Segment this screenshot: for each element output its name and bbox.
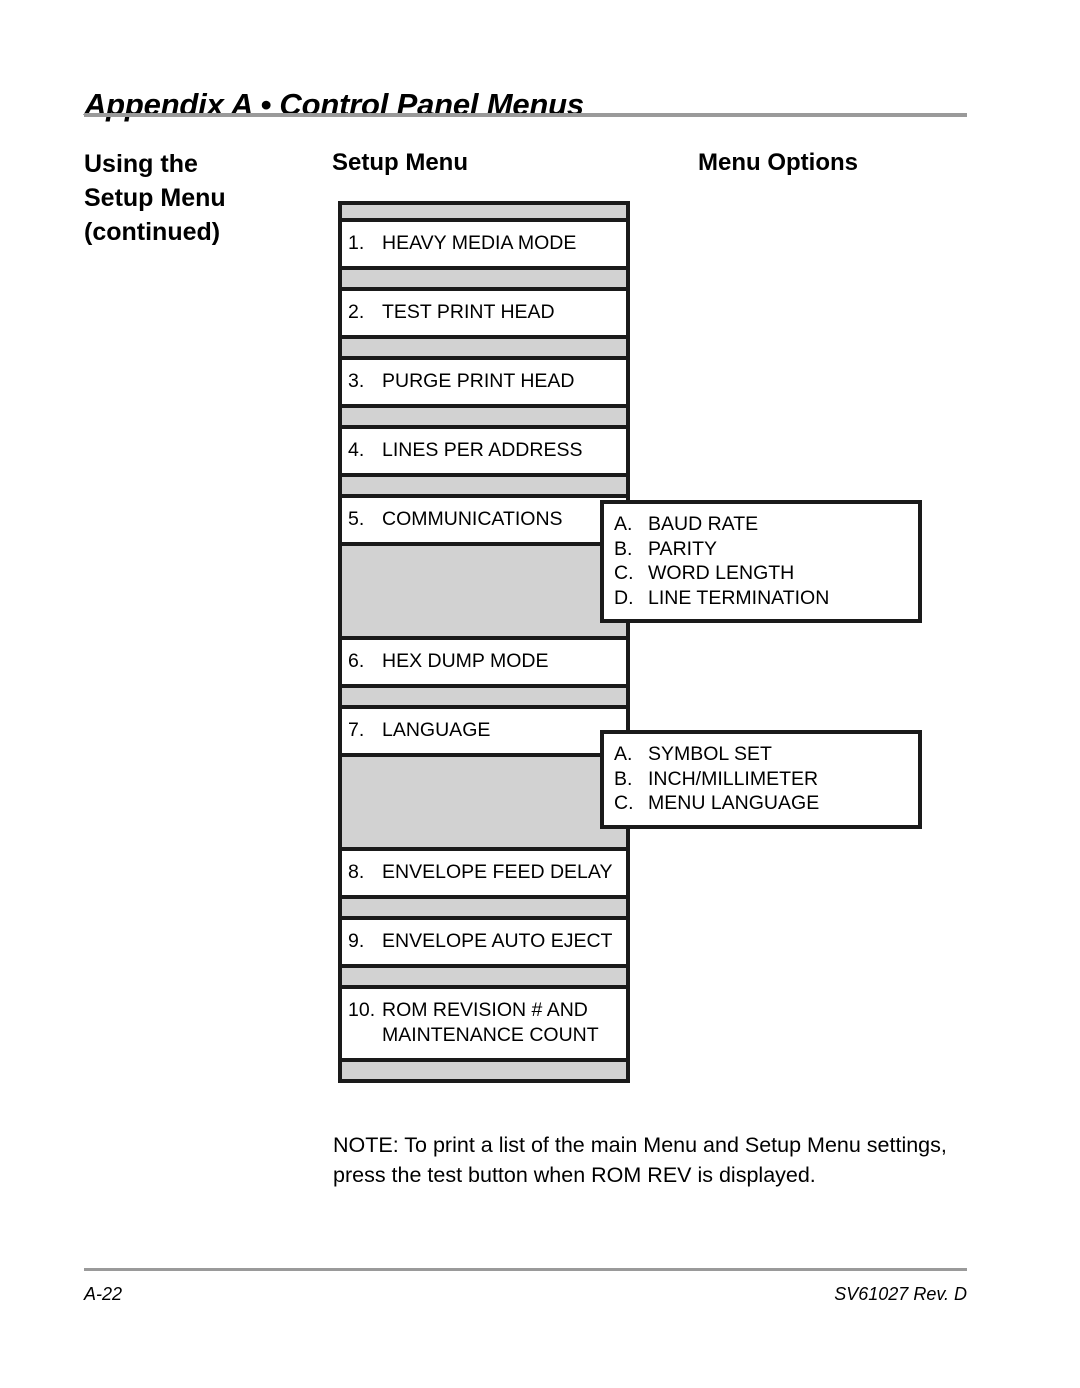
footer-document-id: SV61027 Rev. D xyxy=(834,1284,967,1304)
submenu-option-label: SYMBOL SET xyxy=(648,743,772,765)
submenu-option-letter: C. xyxy=(614,792,634,814)
menu-separator-band xyxy=(342,968,626,985)
menu-item-number: 2. xyxy=(348,301,365,323)
menu-separator-band xyxy=(342,339,626,356)
submenu-option-letter: C. xyxy=(614,562,634,584)
menu-separator-band xyxy=(342,270,626,287)
menu-item-label: LINES PER ADDRESS xyxy=(382,439,583,461)
submenu-language: A. SYMBOL SET B. INCH/MILLIMETER C. MENU LANG… xyxy=(600,730,922,829)
menu-item-number: 8. xyxy=(348,861,365,883)
sidebar-heading-line-3: (continued) xyxy=(84,218,221,246)
submenu-option[interactable]: C. WORD LENGTH xyxy=(614,561,918,586)
setup-menu-item[interactable]: 7. LANGUAGE xyxy=(342,705,626,757)
menu-separator-band xyxy=(342,757,626,847)
document-page: Appendix A • Control Panel Menus Using t… xyxy=(0,0,1080,1388)
submenu-option-label: WORD LENGTH xyxy=(648,562,795,584)
column-heading-menu-options: Menu Options xyxy=(698,149,858,176)
menu-item-label: HEAVY MEDIA MODE xyxy=(382,232,577,254)
menu-item-label: ENVELOPE AUTO EJECT xyxy=(382,930,613,952)
setup-menu-item[interactable]: 8. ENVELOPE FEED DELAY xyxy=(342,847,626,899)
menu-item-label: COMMUNICATIONS xyxy=(382,508,563,530)
submenu-option-letter: A. xyxy=(614,743,633,765)
menu-item-number: 5. xyxy=(348,508,365,530)
submenu-option-label: LINE TERMINATION xyxy=(648,586,830,609)
submenu-option-letter: B. xyxy=(614,767,633,790)
menu-separator-band xyxy=(342,1062,626,1079)
sidebar-section-heading: Using the Setup Menu (continued) xyxy=(84,147,319,249)
setup-menu-item[interactable]: 3. PURGE PRINT HEAD xyxy=(342,356,626,408)
menu-item-label: TEST PRINT HEAD xyxy=(382,301,555,323)
menu-item-number: 9. xyxy=(348,930,365,952)
menu-item-label: ROM REVISION # AND MAINTENANCE COUNT xyxy=(382,998,626,1048)
submenu-option-letter: D. xyxy=(614,586,634,609)
submenu-option[interactable]: B. INCH/MILLIMETER xyxy=(614,767,918,792)
submenu-option[interactable]: B. PARITY xyxy=(614,537,918,562)
setup-menu-item[interactable]: 6. HEX DUMP MODE xyxy=(342,636,626,688)
setup-menu-item[interactable]: 4. LINES PER ADDRESS xyxy=(342,425,626,477)
submenu-communications: A. BAUD RATE B. PARITY C. WORD LENGTH D. LINE T… xyxy=(600,500,922,623)
menu-item-label: PURGE PRINT HEAD xyxy=(382,370,575,392)
menu-separator-band xyxy=(342,688,626,705)
menu-item-number: 7. xyxy=(348,719,365,741)
footer-page-number: A-22 xyxy=(84,1284,123,1304)
submenu-option-label: INCH/MILLIMETER xyxy=(648,767,819,790)
submenu-option[interactable]: A. SYMBOL SET xyxy=(614,742,918,767)
submenu-option-label: PARITY xyxy=(648,537,717,560)
menu-separator-band xyxy=(342,546,626,636)
sidebar-heading-line-1: Using the xyxy=(84,150,198,178)
submenu-option-label: BAUD RATE xyxy=(648,513,759,535)
setup-menu-item[interactable]: 2. TEST PRINT HEAD xyxy=(342,287,626,339)
menu-item-number: 10. xyxy=(348,999,376,1021)
menu-item-label: LANGUAGE xyxy=(382,719,491,741)
menu-item-number: 6. xyxy=(348,650,365,672)
footer-divider xyxy=(84,1268,967,1271)
menu-separator-band xyxy=(342,205,626,218)
menu-item-number: 1. xyxy=(348,232,365,254)
setup-menu-list: 1. HEAVY MEDIA MODE 2. TEST PRINT HEAD 3. PUR… xyxy=(338,201,630,1083)
menu-item-label-line-2: MAINTENANCE COUNT xyxy=(382,1024,599,1046)
setup-menu-item[interactable]: 1. HEAVY MEDIA MODE xyxy=(342,218,626,270)
submenu-option[interactable]: A. BAUD RATE xyxy=(614,512,918,537)
submenu-option[interactable]: C. MENU LANGUAGE xyxy=(614,791,918,816)
setup-menu-item[interactable]: 5. COMMUNICATIONS xyxy=(342,494,626,546)
menu-item-number: 3. xyxy=(348,370,365,392)
setup-menu-item[interactable]: 10. ROM REVISION # AND MAINTENANCE COUNT xyxy=(342,985,626,1062)
submenu-option-letter: B. xyxy=(614,537,633,560)
column-heading-setup-menu: Setup Menu xyxy=(332,149,468,176)
submenu-option-letter: A. xyxy=(614,513,633,535)
page-title: Appendix A • Control Panel Menus xyxy=(84,86,584,122)
submenu-option[interactable]: D. LINE TERMINATION xyxy=(614,586,918,611)
title-divider xyxy=(84,113,967,117)
menu-separator-band xyxy=(342,477,626,494)
menu-separator-band xyxy=(342,899,626,916)
setup-menu-item[interactable]: 9. ENVELOPE AUTO EJECT xyxy=(342,916,626,968)
sidebar-heading-line-2: Setup Menu xyxy=(84,184,226,212)
menu-item-number: 4. xyxy=(348,439,365,461)
note-text: NOTE: To print a list of the main Menu a… xyxy=(333,1132,947,1187)
menu-separator-band xyxy=(342,408,626,425)
submenu-option-label: MENU LANGUAGE xyxy=(648,792,820,814)
menu-item-label: HEX DUMP MODE xyxy=(382,650,549,672)
menu-item-label: ENVELOPE FEED DELAY xyxy=(382,861,613,883)
